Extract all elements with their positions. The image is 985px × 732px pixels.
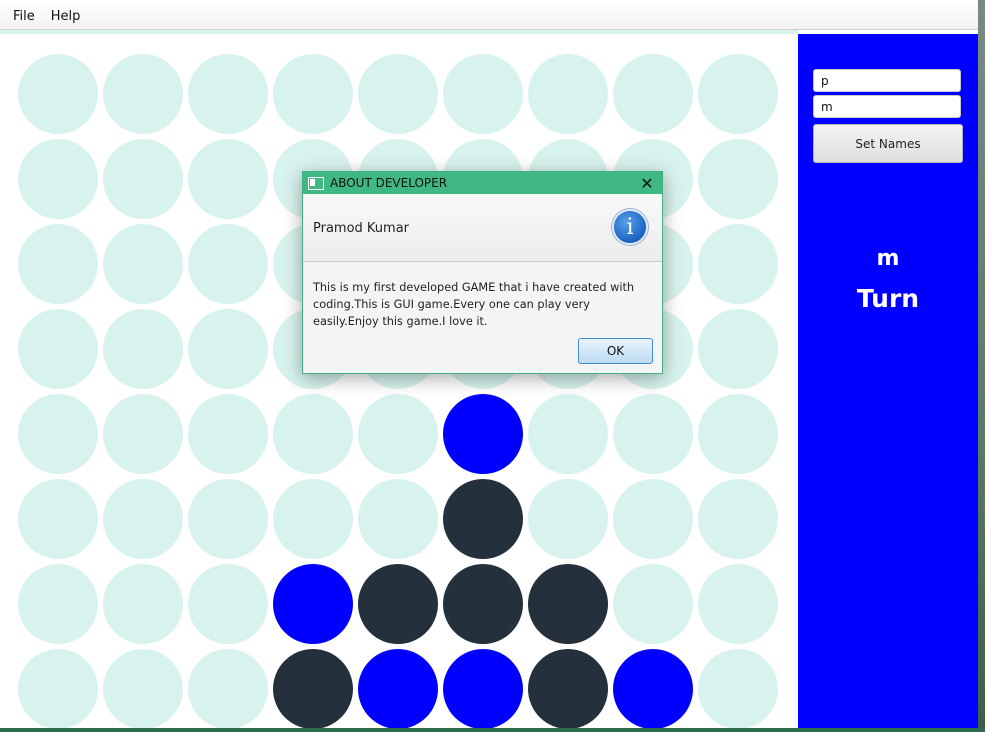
empty-slot[interactable] <box>358 54 438 134</box>
player1-name-input[interactable] <box>813 69 961 92</box>
disc-player2[interactable] <box>273 649 353 729</box>
empty-slot[interactable] <box>103 54 183 134</box>
empty-slot[interactable] <box>698 479 778 559</box>
dialog-header: Pramod Kumar i <box>303 194 662 262</box>
ok-button[interactable]: OK <box>578 338 653 364</box>
dialog-message: This is my first developed GAME that i h… <box>313 281 635 328</box>
window-app-icon <box>308 176 324 190</box>
empty-slot[interactable] <box>613 479 693 559</box>
empty-slot[interactable] <box>528 394 608 474</box>
empty-slot[interactable] <box>188 649 268 729</box>
menu-bar: File Help <box>0 0 978 30</box>
side-panel: Set Names m Turn <box>798 34 978 732</box>
disc-player1[interactable] <box>358 649 438 729</box>
empty-slot[interactable] <box>528 54 608 134</box>
current-player-name: m <box>876 246 900 271</box>
empty-slot[interactable] <box>698 309 778 389</box>
dialog-heading: Pramod Kumar <box>313 221 410 236</box>
empty-slot[interactable] <box>613 54 693 134</box>
menu-file[interactable]: File <box>5 0 43 29</box>
disc-player1[interactable] <box>273 564 353 644</box>
empty-slot[interactable] <box>698 394 778 474</box>
disc-player2[interactable] <box>358 564 438 644</box>
empty-slot[interactable] <box>188 394 268 474</box>
empty-slot[interactable] <box>103 224 183 304</box>
empty-slot[interactable] <box>528 479 608 559</box>
disc-player2[interactable] <box>443 564 523 644</box>
empty-slot[interactable] <box>698 564 778 644</box>
empty-slot[interactable] <box>188 224 268 304</box>
disc-player2[interactable] <box>528 564 608 644</box>
empty-slot[interactable] <box>103 564 183 644</box>
empty-slot[interactable] <box>18 54 98 134</box>
game-window: File Help Set Names m Turn ABOUT DEVELOP… <box>0 0 978 732</box>
about-developer-dialog: ABOUT DEVELOPER ✕ Pramod Kumar i This is… <box>302 171 663 374</box>
desktop-background <box>978 0 985 732</box>
empty-slot[interactable] <box>698 139 778 219</box>
empty-slot[interactable] <box>18 564 98 644</box>
empty-slot[interactable] <box>188 309 268 389</box>
empty-slot[interactable] <box>188 139 268 219</box>
empty-slot[interactable] <box>443 54 523 134</box>
empty-slot[interactable] <box>18 479 98 559</box>
empty-slot[interactable] <box>273 394 353 474</box>
empty-slot[interactable] <box>18 224 98 304</box>
dialog-title: ABOUT DEVELOPER <box>330 176 448 190</box>
empty-slot[interactable] <box>18 139 98 219</box>
empty-slot[interactable] <box>698 54 778 134</box>
disc-player2[interactable] <box>443 479 523 559</box>
menu-help[interactable]: Help <box>43 0 89 29</box>
empty-slot[interactable] <box>273 54 353 134</box>
empty-slot[interactable] <box>103 649 183 729</box>
dialog-titlebar[interactable]: ABOUT DEVELOPER ✕ <box>303 172 662 194</box>
empty-slot[interactable] <box>103 139 183 219</box>
disc-player1[interactable] <box>443 394 523 474</box>
empty-slot[interactable] <box>188 479 268 559</box>
empty-slot[interactable] <box>103 309 183 389</box>
disc-player1[interactable] <box>443 649 523 729</box>
empty-slot[interactable] <box>18 309 98 389</box>
empty-slot[interactable] <box>613 394 693 474</box>
empty-slot[interactable] <box>358 394 438 474</box>
set-names-button[interactable]: Set Names <box>813 124 963 163</box>
empty-slot[interactable] <box>188 564 268 644</box>
turn-label: Turn <box>856 284 920 313</box>
empty-slot[interactable] <box>103 479 183 559</box>
disc-player1[interactable] <box>613 649 693 729</box>
empty-slot[interactable] <box>18 394 98 474</box>
empty-slot[interactable] <box>188 54 268 134</box>
disc-player2[interactable] <box>528 649 608 729</box>
empty-slot[interactable] <box>358 479 438 559</box>
player2-name-input[interactable] <box>813 95 961 118</box>
empty-slot[interactable] <box>103 394 183 474</box>
empty-slot[interactable] <box>698 649 778 729</box>
empty-slot[interactable] <box>273 479 353 559</box>
empty-slot[interactable] <box>18 649 98 729</box>
empty-slot[interactable] <box>698 224 778 304</box>
close-icon[interactable]: ✕ <box>638 173 656 193</box>
empty-slot[interactable] <box>613 564 693 644</box>
taskbar-edge <box>0 728 985 732</box>
game-board[interactable] <box>0 34 798 732</box>
info-icon: i <box>612 209 648 245</box>
